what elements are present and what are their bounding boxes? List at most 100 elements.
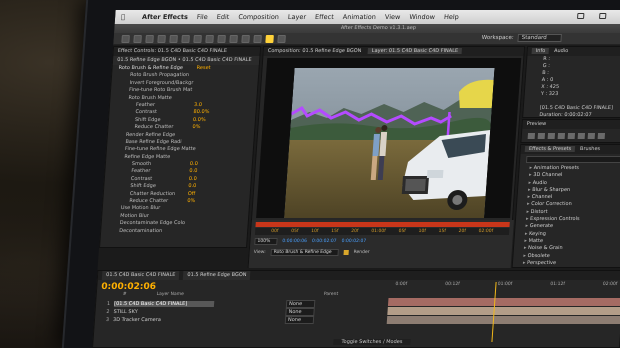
track-bar[interactable] — [387, 298, 620, 306]
effect-category-item[interactable]: Keying — [515, 231, 620, 238]
roto-brush-tool-icon[interactable] — [265, 34, 274, 43]
effect-category-item[interactable]: Channel — [517, 194, 620, 201]
effect-property-row[interactable]: Smooth 0.0 — [106, 161, 253, 168]
wifi-icon[interactable] — [577, 13, 585, 19]
effect-category-item[interactable]: Obsolete — [513, 253, 620, 260]
track-bar[interactable] — [387, 307, 620, 315]
effect-property-row[interactable]: Roto Brush Propagation — [112, 72, 259, 79]
effect-category-item[interactable]: Color Correction — [517, 201, 620, 208]
effect-category-item[interactable]: Matte — [514, 238, 620, 245]
layer-parent-select[interactable]: None — [284, 316, 315, 324]
effect-category-item[interactable]: Audio — [518, 180, 620, 187]
last-frame-icon[interactable] — [567, 133, 576, 139]
zoom-select[interactable]: 100% — [254, 238, 278, 245]
layer-name[interactable]: [01.5 C4D Basic C4D FINALE] — [113, 301, 215, 307]
ram-preview-icon[interactable] — [597, 133, 606, 139]
effect-property-row[interactable]: Feather 3.0 — [110, 102, 257, 109]
first-frame-icon[interactable] — [527, 133, 536, 139]
menu-file[interactable]: File — [197, 13, 208, 21]
apple-icon[interactable]:  — [121, 13, 125, 21]
effect-property-row[interactable]: Decontamination — [101, 228, 248, 235]
effects-search-input[interactable] — [525, 156, 620, 163]
effect-category-item[interactable]: Distort — [516, 209, 620, 216]
effect-property-row[interactable]: Base Refine Edge Radi — [107, 139, 254, 146]
layer-parent-select[interactable]: None — [285, 300, 316, 308]
menu-edit[interactable]: Edit — [216, 13, 229, 21]
camera-tool-icon[interactable] — [169, 34, 178, 43]
battery-icon[interactable] — [599, 13, 607, 19]
next-frame-icon[interactable] — [557, 133, 566, 139]
brush-tool-icon[interactable] — [229, 34, 238, 43]
effect-property-row[interactable]: Decontaminate Edge Colo — [101, 220, 248, 227]
effect-category-item[interactable]: 3D Channel — [519, 172, 620, 179]
menu-app[interactable]: After Effects — [142, 13, 188, 21]
effect-property-row[interactable]: Contrast 80.0% — [109, 109, 256, 116]
effect-property-row[interactable]: Feather 0.0 — [105, 168, 252, 175]
effect-property-value[interactable]: 0.0 — [188, 183, 196, 190]
layer-row[interactable]: 2 STILL SKY None — [95, 308, 386, 316]
effect-property-value[interactable]: 0.0 — [189, 176, 197, 183]
pan-behind-tool-icon[interactable] — [181, 34, 190, 43]
layer-row[interactable]: 3 3D Tracker Camera None — [95, 316, 386, 324]
effect-property-row[interactable]: Refine Edge Matte — [106, 154, 253, 161]
effect-category-item[interactable]: Animation Presets — [519, 165, 620, 172]
tab-info[interactable]: Info — [531, 48, 550, 54]
pen-tool-icon[interactable] — [205, 34, 214, 43]
effect-property-row[interactable]: Invert Foreground/Backgr — [111, 80, 258, 87]
hand-tool-icon[interactable] — [133, 34, 142, 43]
tab-preview[interactable]: Preview — [522, 120, 620, 129]
effect-category-item[interactable]: Perspective — [513, 260, 620, 267]
effect-property-value[interactable]: 3.0 — [194, 102, 202, 109]
menu-view[interactable]: View — [385, 13, 401, 21]
toggle-switches-modes-button[interactable]: Toggle Switches / Modes — [333, 339, 411, 345]
menu-effect[interactable]: Effect — [315, 13, 334, 21]
effect-property-row[interactable]: Render Refine Edge — [108, 132, 255, 139]
effect-property-row[interactable]: Use Motion Blur — [102, 205, 249, 212]
tab-timeline-refine[interactable]: 01.5 Refine Edge BGON — [182, 271, 251, 280]
track-bar[interactable] — [386, 316, 620, 324]
effect-property-row[interactable]: Motion Blur — [102, 213, 249, 220]
effect-property-row[interactable]: Fine-tune Refine Edge Matte — [107, 146, 254, 153]
loop-icon[interactable] — [587, 133, 596, 139]
menu-window[interactable]: Window — [409, 13, 435, 21]
effect-property-row[interactable]: Shift Edge 0.0% — [109, 117, 256, 124]
tab-layer[interactable]: Layer: 01.5 C4D Basic C4D FINALE — [367, 48, 463, 54]
effect-property-value[interactable]: 0.0 — [190, 161, 198, 168]
prev-frame-icon[interactable] — [537, 133, 546, 139]
layer-name[interactable]: STILL SKY — [113, 309, 213, 315]
layer-name[interactable]: 3D Tracker Camera — [113, 317, 213, 323]
eraser-tool-icon[interactable] — [253, 34, 262, 43]
tab-brushes[interactable]: Brushes — [580, 146, 601, 152]
render-checkbox[interactable] — [343, 250, 349, 255]
tab-timeline-c4d[interactable]: 01.5 C4D Basic C4D FINALE — [101, 271, 180, 280]
viewer-canvas[interactable] — [256, 58, 522, 218]
work-area-bar[interactable] — [255, 222, 510, 227]
effect-property-value[interactable]: Off — [187, 191, 196, 198]
effect-category-item[interactable]: Generate — [515, 223, 620, 230]
effect-property-row[interactable]: Roto Brush & Refine Edge Reset — [112, 65, 259, 72]
tab-composition[interactable]: Composition: 01.5 Refine Edge BGON — [268, 48, 362, 54]
effect-controls-tab[interactable]: Effect Controls: 01.5 C4D Basic C4D FINA… — [113, 47, 261, 56]
clone-stamp-tool-icon[interactable] — [241, 34, 250, 43]
tab-audio[interactable]: Audio — [554, 48, 569, 54]
type-tool-icon[interactable] — [217, 34, 226, 43]
effect-category-item[interactable]: Expression Controls — [516, 216, 620, 223]
layer-row[interactable]: 1 [01.5 C4D Basic C4D FINALE] None — [96, 300, 387, 308]
effect-category-item[interactable]: Blur & Sharpen — [518, 187, 620, 194]
effect-property-row[interactable]: Reduce Chatter 0% — [108, 124, 255, 131]
effect-category-item[interactable]: Noise & Grain — [514, 245, 620, 252]
effect-property-value[interactable]: 0.0 — [189, 168, 197, 175]
audio-icon[interactable] — [577, 133, 586, 139]
effect-property-value[interactable]: 0% — [187, 198, 195, 205]
effect-property-row[interactable]: Fine-tune Roto Brush Mat — [111, 87, 258, 94]
menu-composition[interactable]: Composition — [238, 13, 279, 21]
workspace-select[interactable]: Standard — [517, 34, 562, 42]
puppet-tool-icon[interactable] — [277, 34, 286, 43]
effect-property-row[interactable]: Chatter Reduction Off — [103, 191, 250, 198]
effect-property-value[interactable]: 0% — [192, 124, 200, 131]
effect-property-value[interactable]: Reset — [196, 65, 210, 72]
effect-property-value[interactable]: 0.0% — [193, 117, 206, 124]
zoom-tool-icon[interactable] — [145, 34, 154, 43]
end-time[interactable]: 0:00:02:07 — [312, 239, 337, 244]
mask-tool-icon[interactable] — [193, 34, 202, 43]
